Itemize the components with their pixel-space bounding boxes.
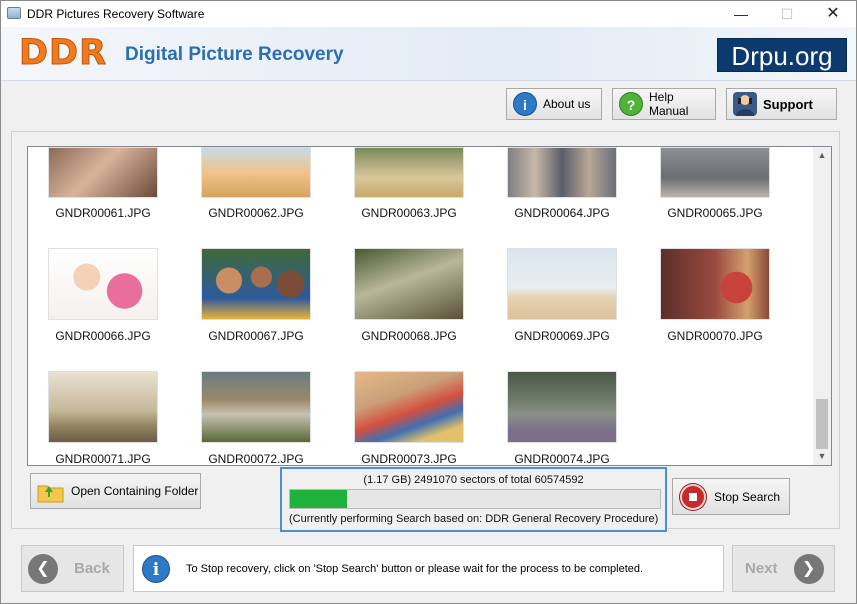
next-label: Next: [745, 560, 778, 577]
photo-thumbnail: [48, 371, 158, 443]
scroll-up-arrow-icon[interactable]: ▲: [813, 147, 831, 164]
photo-thumbnail: [507, 147, 617, 198]
help-icon: ?: [619, 92, 643, 116]
photo-item[interactable]: GNDR00073.JPG: [354, 371, 464, 465]
photo-item[interactable]: GNDR00063.JPG: [354, 147, 464, 220]
support-person-icon: [733, 92, 757, 116]
photo-thumbnail: [507, 248, 617, 320]
photo-filename: GNDR00063.JPG: [361, 206, 457, 220]
help-manual-label: Help Manual: [649, 90, 689, 118]
photo-thumbnail: [48, 147, 158, 198]
photo-thumbnail: [507, 371, 617, 443]
info-icon: i: [513, 92, 537, 116]
photo-filename: GNDR00067.JPG: [208, 329, 304, 343]
back-button[interactable]: ❮ Back: [21, 545, 124, 592]
brand-banner: Drpu.org: [717, 38, 847, 72]
photo-item[interactable]: GNDR00069.JPG: [507, 248, 617, 343]
about-us-label: About us: [543, 97, 591, 111]
photo-thumbnail: [201, 248, 311, 320]
search-status-text: (Currently performing Search based on: D…: [289, 513, 659, 525]
next-button[interactable]: Next ❯: [732, 545, 835, 592]
photo-filename: GNDR00061.JPG: [55, 206, 151, 220]
photo-item[interactable]: GNDR00065.JPG: [660, 147, 770, 220]
photo-filename: GNDR00074.JPG: [514, 452, 610, 466]
photo-item[interactable]: GNDR00074.JPG: [507, 371, 617, 465]
maximize-button[interactable]: ☐: [764, 1, 810, 27]
photo-item[interactable]: GNDR00070.JPG: [660, 248, 770, 343]
photo-item[interactable]: GNDR00062.JPG: [201, 147, 311, 220]
photo-item[interactable]: GNDR00072.JPG: [201, 371, 311, 465]
photo-filename: GNDR00069.JPG: [514, 329, 610, 343]
photo-thumbnail: [48, 248, 158, 320]
app-header: DDR Digital Picture Recovery Drpu.org: [1, 27, 856, 81]
photo-thumbnail: [660, 248, 770, 320]
photo-thumbnail: [354, 371, 464, 443]
info-icon: i: [142, 554, 170, 583]
next-arrow-icon: ❯: [793, 553, 824, 584]
photo-filename: GNDR00070.JPG: [667, 329, 763, 343]
photo-filename: GNDR00073.JPG: [361, 452, 457, 466]
photo-filename: GNDR00072.JPG: [208, 452, 304, 466]
search-progress-bar: [289, 489, 661, 509]
photo-item[interactable]: GNDR00061.JPG: [48, 147, 158, 220]
about-us-button[interactable]: i About us: [506, 88, 602, 120]
close-button[interactable]: ✕: [810, 1, 856, 27]
photo-filename: GNDR00071.JPG: [55, 452, 151, 466]
app-icon: [7, 7, 21, 19]
photo-thumbnail: [201, 147, 311, 198]
recovered-photos-gallery: GNDR00061.JPG GNDR00062.JPG GNDR00063.JP…: [27, 146, 832, 466]
folder-icon: [37, 480, 65, 503]
photo-filename: GNDR00065.JPG: [667, 206, 763, 220]
back-label: Back: [74, 560, 110, 577]
photo-item[interactable]: GNDR00071.JPG: [48, 371, 158, 465]
photo-thumbnail: [660, 147, 770, 198]
photo-thumbnail: [354, 147, 464, 198]
info-message: To Stop recovery, click on 'Stop Search'…: [186, 562, 644, 575]
back-arrow-icon: ❮: [28, 553, 58, 584]
photo-thumbnail: [354, 248, 464, 320]
photo-item[interactable]: GNDR00066.JPG: [48, 248, 158, 343]
stop-search-label: Stop Search: [714, 489, 781, 504]
photo-filename: GNDR00068.JPG: [361, 329, 457, 343]
gallery-scrollbar[interactable]: ▲ ▼: [813, 147, 831, 465]
search-progress-panel: (1.17 GB) 2491070 sectors of total 60574…: [280, 467, 667, 532]
stop-search-button[interactable]: Stop Search: [672, 478, 790, 515]
help-manual-button[interactable]: ? Help Manual: [612, 88, 716, 120]
support-label: Support: [763, 96, 813, 112]
stop-icon: [680, 483, 706, 510]
window-title: DDR Pictures Recovery Software: [27, 7, 205, 21]
photo-filename: GNDR00062.JPG: [208, 206, 304, 220]
progress-fill: [290, 490, 347, 508]
open-containing-folder-button[interactable]: Open Containing Folder: [30, 473, 201, 509]
photo-item[interactable]: GNDR00067.JPG: [201, 248, 311, 343]
app-window: DDR Pictures Recovery Software — ☐ ✕ DDR…: [0, 0, 857, 604]
photo-item[interactable]: GNDR00068.JPG: [354, 248, 464, 343]
photo-item[interactable]: GNDR00064.JPG: [507, 147, 617, 220]
sectors-progress-text: (1.17 GB) 2491070 sectors of total 60574…: [363, 474, 584, 486]
scroll-down-arrow-icon[interactable]: ▼: [813, 448, 831, 465]
support-button[interactable]: Support: [726, 88, 837, 120]
photo-filename: GNDR00064.JPG: [514, 206, 610, 220]
title-bar: DDR Pictures Recovery Software — ☐ ✕: [1, 1, 856, 27]
info-message-box: i To Stop recovery, click on 'Stop Searc…: [133, 545, 724, 592]
ddr-logo: DDR: [18, 33, 108, 74]
photo-filename: GNDR00066.JPG: [55, 329, 151, 343]
photo-thumbnail: [201, 371, 311, 443]
scrollbar-thumb[interactable]: [816, 399, 828, 449]
open-folder-label: Open Containing Folder: [71, 484, 199, 498]
app-name: Digital Picture Recovery: [125, 44, 344, 65]
minimize-button[interactable]: —: [718, 1, 764, 27]
